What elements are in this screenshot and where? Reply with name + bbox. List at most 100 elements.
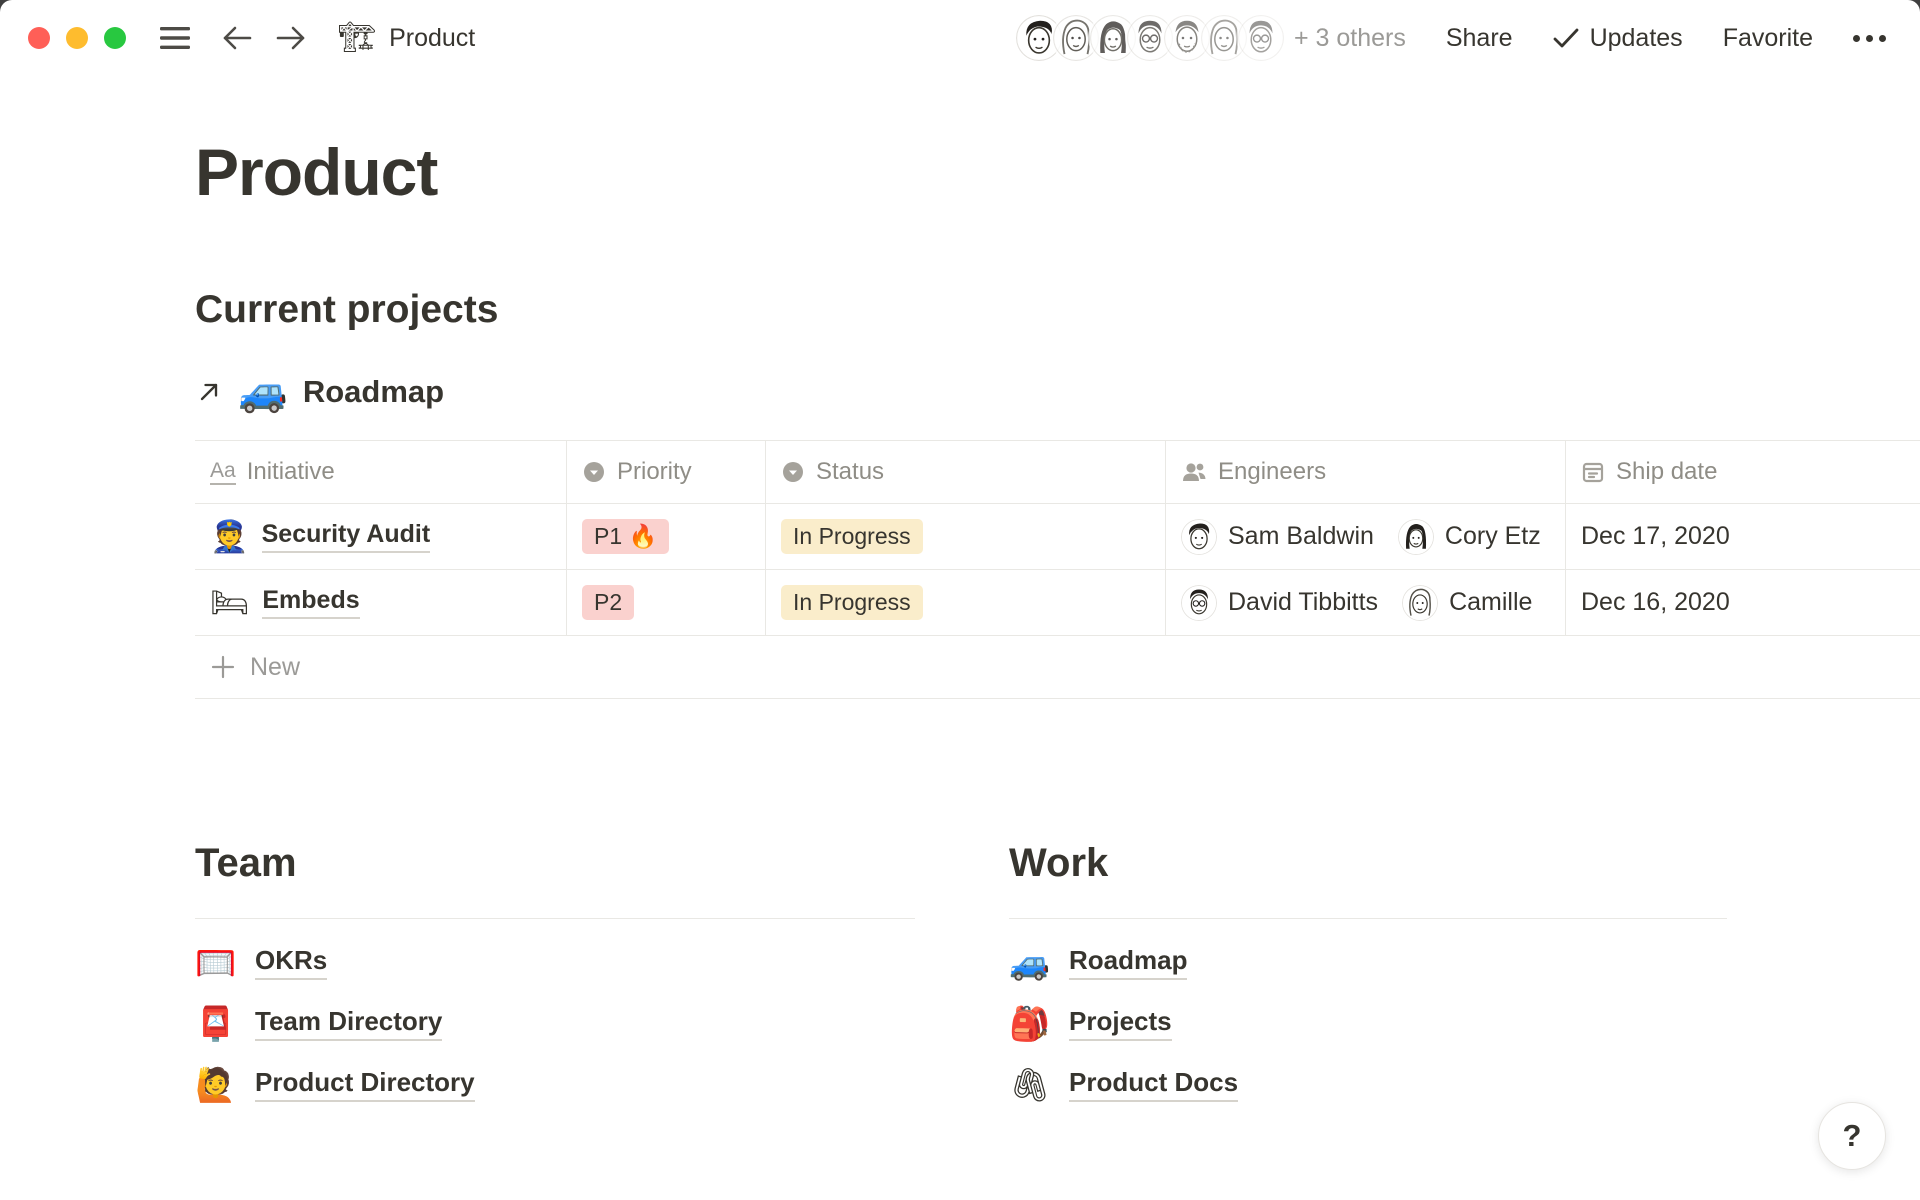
table-header-row: Aa Initiative Priority Status Engineers	[195, 441, 1920, 504]
breadcrumb[interactable]: 🏗 Product	[338, 23, 475, 53]
priority-tag: P1 🔥	[582, 519, 669, 554]
column-header-initiative[interactable]: Aa Initiative	[195, 441, 566, 503]
avatar[interactable]	[1238, 15, 1284, 61]
postbox-icon: 📮	[195, 1007, 237, 1040]
page-link-label: OKRs	[255, 945, 327, 980]
goal-net-icon: 🥅	[195, 946, 237, 979]
updates-button[interactable]: Updates	[1553, 24, 1683, 53]
row-page-icon: 👮	[210, 521, 249, 552]
check-icon	[1553, 27, 1579, 49]
person-chip: David Tibbitts	[1181, 585, 1378, 621]
column-label: Status	[816, 458, 884, 486]
app-window: 🏗 Product + 3 others Share Updates Favor…	[0, 0, 1920, 1200]
initiative-cell[interactable]: 🛏 Embeds	[195, 570, 566, 635]
linked-database-title[interactable]: 🚙 Roadmap	[195, 372, 1920, 412]
bottom-sections: Team 🥅 OKRs 📮 Team Directory 🙋 Product D…	[195, 841, 1920, 1102]
person-name: Cory Etz	[1445, 522, 1541, 551]
page-link-label: Product Directory	[255, 1067, 475, 1102]
priority-cell[interactable]: P2	[566, 570, 765, 635]
more-options-icon[interactable]	[1853, 35, 1886, 42]
back-arrow-icon[interactable]	[222, 25, 252, 51]
priority-cell[interactable]: P1 🔥	[566, 504, 765, 569]
page-link-okrs[interactable]: 🥅 OKRs	[195, 945, 915, 980]
blue-car-icon: 🚙	[1009, 946, 1051, 979]
status-tag: In Progress	[781, 585, 923, 620]
person-name: Camille	[1449, 588, 1532, 617]
page-link[interactable]: Security Audit	[262, 520, 431, 553]
ship-date-cell[interactable]: Dec 16, 2020	[1565, 570, 1920, 635]
arrow-up-right-icon	[195, 378, 223, 406]
date-property-icon	[1581, 460, 1605, 484]
close-window-button[interactable]	[28, 27, 50, 49]
column-header-priority[interactable]: Priority	[566, 441, 765, 503]
paperclips-icon: 🖇	[1009, 1068, 1051, 1101]
help-button[interactable]: ?	[1818, 1102, 1886, 1170]
engineers-cell[interactable]: David Tibbitts Camille	[1165, 570, 1565, 635]
backpack-icon: 🎒	[1009, 1007, 1051, 1040]
more-collaborators-label[interactable]: + 3 others	[1294, 24, 1406, 53]
ship-date-cell[interactable]: Dec 17, 2020	[1565, 504, 1920, 569]
database-icon: 🚙	[238, 372, 288, 412]
status-cell[interactable]: In Progress	[765, 504, 1165, 569]
team-heading[interactable]: Team	[195, 841, 915, 886]
new-row-label: New	[250, 653, 300, 682]
status-tag: In Progress	[781, 519, 923, 554]
person-chip: Camille	[1402, 585, 1532, 621]
column-header-ship-date[interactable]: Ship date	[1565, 441, 1920, 503]
team-section: Team 🥅 OKRs 📮 Team Directory 🙋 Product D…	[195, 841, 915, 1102]
forward-arrow-icon[interactable]	[276, 25, 306, 51]
page-title[interactable]: Product	[195, 134, 1920, 210]
date-value: Dec 16, 2020	[1581, 588, 1730, 617]
page-link-label: Team Directory	[255, 1006, 442, 1041]
page-content: Product Current projects 🚙 Roadmap Aa In…	[0, 134, 1920, 1102]
divider	[1009, 918, 1727, 919]
zoom-window-button[interactable]	[104, 27, 126, 49]
date-value: Dec 17, 2020	[1581, 522, 1730, 551]
breadcrumb-page-title: Product	[389, 24, 475, 53]
minimize-window-button[interactable]	[66, 27, 88, 49]
column-label: Engineers	[1218, 458, 1326, 486]
page-link-label: Product Docs	[1069, 1067, 1238, 1102]
page-link-roadmap[interactable]: 🚙 Roadmap	[1009, 945, 1727, 980]
current-projects-heading[interactable]: Current projects	[195, 288, 1920, 332]
favorite-button[interactable]: Favorite	[1723, 24, 1813, 53]
share-button[interactable]: Share	[1446, 24, 1513, 53]
page-link-team-directory[interactable]: 📮 Team Directory	[195, 1006, 915, 1041]
title-property-icon: Aa	[210, 459, 236, 485]
updates-label: Updates	[1590, 24, 1683, 53]
status-cell[interactable]: In Progress	[765, 570, 1165, 635]
raising-hand-icon: 🙋	[195, 1068, 237, 1101]
page-link-product-directory[interactable]: 🙋 Product Directory	[195, 1067, 915, 1102]
column-label: Priority	[617, 458, 692, 486]
page-link-label: Projects	[1069, 1006, 1172, 1041]
person-chip: Sam Baldwin	[1181, 519, 1374, 555]
table-row: 🛏 Embeds P2 In Progress David Tibbitts	[195, 570, 1920, 636]
page-icon: 🏗	[338, 23, 376, 53]
topbar-actions: + 3 others Share Updates Favorite	[1016, 15, 1886, 61]
select-property-icon	[781, 460, 805, 484]
person-property-icon	[1181, 460, 1207, 484]
window-controls	[28, 27, 126, 49]
page-link-label: Roadmap	[1069, 945, 1187, 980]
page-link-product-docs[interactable]: 🖇 Product Docs	[1009, 1067, 1727, 1102]
column-label: Initiative	[247, 458, 335, 486]
table-row: 👮 Security Audit P1 🔥 In Progress Sam Ba…	[195, 504, 1920, 570]
initiative-cell[interactable]: 👮 Security Audit	[195, 504, 566, 569]
person-name: Sam Baldwin	[1228, 522, 1374, 551]
sidebar-menu-icon[interactable]	[160, 26, 190, 50]
top-bar: 🏗 Product + 3 others Share Updates Favor…	[0, 0, 1920, 76]
page-link[interactable]: Embeds	[262, 586, 359, 619]
page-link-projects[interactable]: 🎒 Projects	[1009, 1006, 1727, 1041]
column-header-status[interactable]: Status	[765, 441, 1165, 503]
avatar	[1402, 585, 1438, 621]
collaborator-avatars[interactable]	[1016, 15, 1284, 61]
new-row-button[interactable]: New	[195, 636, 1920, 699]
engineers-cell[interactable]: Sam Baldwin Cory Etz	[1165, 504, 1565, 569]
column-label: Ship date	[1616, 458, 1717, 486]
avatar	[1181, 519, 1217, 555]
avatar	[1181, 585, 1217, 621]
row-page-icon: 🛏	[210, 587, 249, 618]
column-header-engineers[interactable]: Engineers	[1165, 441, 1565, 503]
database-title-label: Roadmap	[303, 374, 444, 410]
work-heading[interactable]: Work	[1009, 841, 1727, 886]
